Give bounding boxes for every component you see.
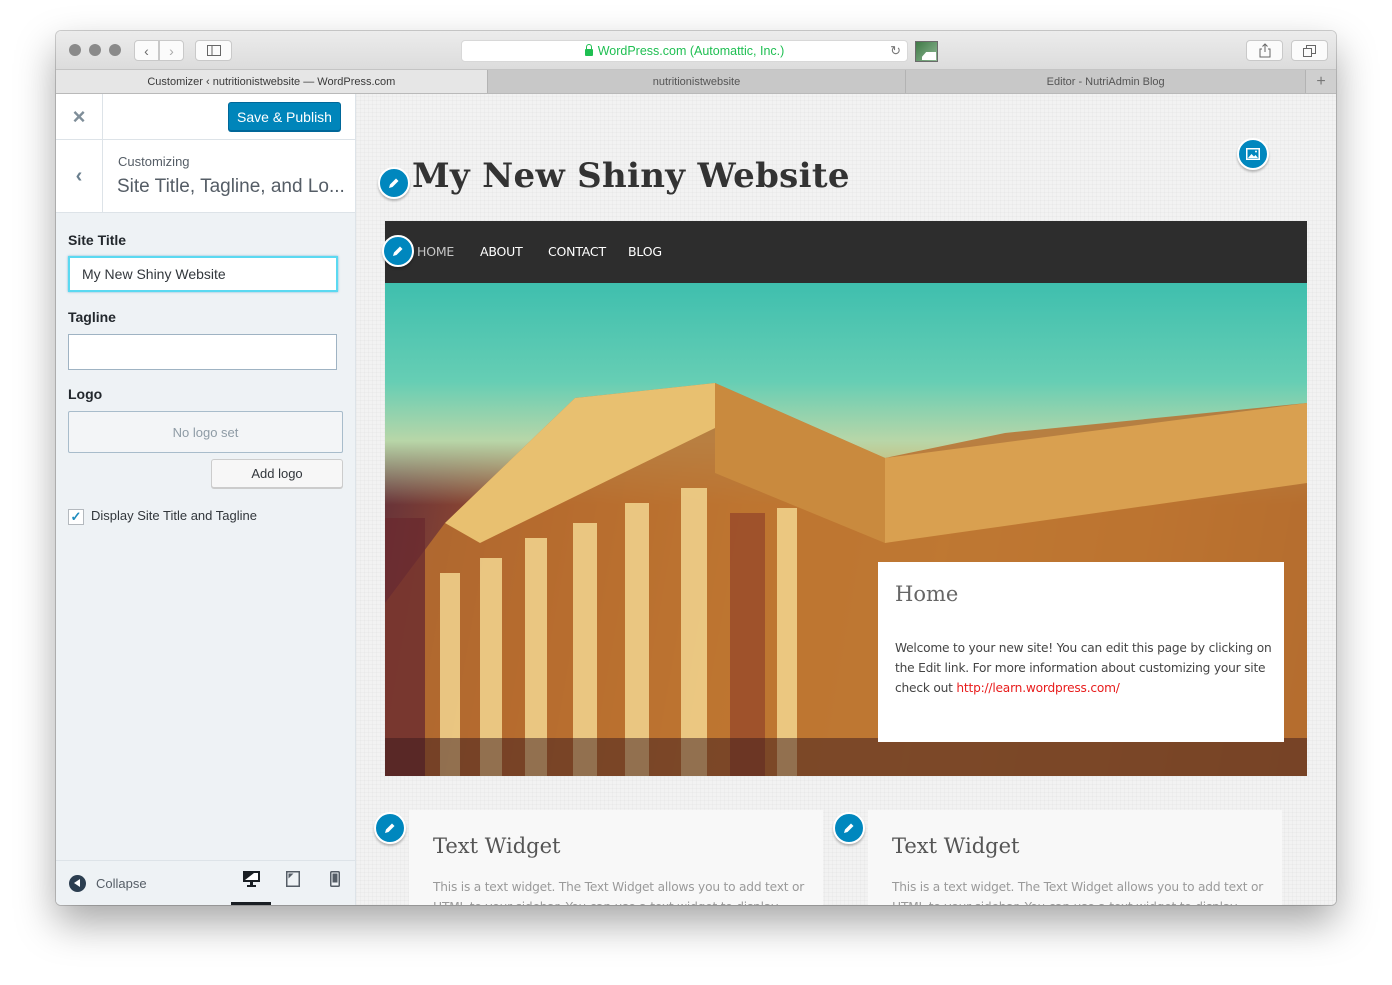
learn-wordpress-link[interactable]: http://learn.wordpress.com/ — [956, 681, 1120, 695]
chevron-left-icon: ‹ — [144, 42, 149, 59]
pencil-icon — [393, 246, 403, 256]
collapse-label: Collapse — [96, 876, 147, 891]
page-content: Welcome to your new site! You can edit t… — [895, 638, 1275, 698]
zoom-window-button[interactable] — [109, 44, 121, 56]
tab-label: Customizer ‹ nutritionistwebsite — WordP… — [147, 75, 396, 88]
edit-widget-button[interactable] — [833, 812, 865, 844]
sidebar-toggle-button[interactable] — [195, 40, 232, 61]
save-publish-button[interactable]: Save & Publish — [228, 102, 341, 131]
main-navigation: HOME ABOUT CONTACT BLOG — [385, 221, 1307, 283]
edit-widget-button[interactable] — [374, 812, 406, 844]
edit-header-image-button[interactable] — [1237, 138, 1269, 170]
close-icon: × — [72, 103, 86, 129]
customizer-footer: Collapse — [56, 860, 355, 905]
widget-title: Text Widget — [892, 834, 1020, 858]
display-title-checkbox[interactable]: ✓ — [68, 509, 84, 525]
back-button[interactable]: ‹ — [134, 40, 159, 61]
hero-content-card: Home Welcome to your new site! You can e… — [878, 562, 1284, 742]
tab-bar: Customizer ‹ nutritionistwebsite — WordP… — [56, 70, 1336, 94]
browser-toolbar: ‹ › WordPress.com (Automattic, Inc.) ↻ — [56, 31, 1336, 70]
tab-nutritionistwebsite[interactable]: nutritionistwebsite — [487, 70, 907, 93]
nav-item-blog[interactable]: BLOG — [628, 244, 662, 259]
widget-text: This is a text widget. The Text Widget a… — [433, 880, 805, 905]
tab-editor[interactable]: Editor - NutriAdmin Blog — [906, 70, 1307, 93]
reload-icon[interactable]: ↻ — [890, 43, 901, 59]
mobile-icon — [330, 871, 340, 887]
share-icon — [1259, 43, 1270, 58]
breadcrumb-label: Customizing — [118, 154, 190, 169]
preview-tablet-button[interactable] — [273, 871, 313, 905]
sidebar-icon — [206, 45, 221, 56]
tagline-label: Tagline — [68, 309, 116, 325]
section-header: ‹ Customizing Site Title, Tagline, and L… — [56, 140, 355, 213]
hero-image: Home Welcome to your new site! You can e… — [385, 283, 1307, 776]
section-title: Site Title, Tagline, and Lo... — [117, 176, 345, 197]
share-button[interactable] — [1246, 40, 1283, 61]
minimize-window-button[interactable] — [89, 44, 101, 56]
collapse-icon — [69, 875, 86, 892]
pencil-icon — [389, 178, 399, 188]
close-window-button[interactable] — [69, 44, 81, 56]
edit-menu-button[interactable] — [382, 235, 414, 267]
new-tab-button[interactable]: + — [1306, 70, 1336, 93]
customizer-header: × Save & Publish — [56, 94, 355, 140]
tabs-overview-icon — [1303, 44, 1316, 57]
logo-label: Logo — [68, 386, 103, 402]
display-title-label: Display Site Title and Tagline — [91, 508, 257, 523]
site-preview: My New Shiny Website HOME ABOUT CONTACT … — [356, 94, 1336, 905]
checkmark-icon: ✓ — [70, 509, 82, 524]
section-back-button[interactable]: ‹ — [56, 140, 103, 212]
tab-label: Editor - NutriAdmin Blog — [1046, 75, 1165, 88]
site-title[interactable]: My New Shiny Website — [412, 156, 850, 196]
pencil-icon — [844, 823, 854, 833]
widget-text: This is a text widget. The Text Widget a… — [892, 880, 1264, 905]
chevron-left-icon: ‹ — [75, 164, 83, 187]
widget-title: Text Widget — [433, 834, 561, 858]
nav-item-contact[interactable]: CONTACT — [548, 244, 606, 259]
address-text: WordPress.com (Automattic, Inc.) — [597, 44, 785, 58]
close-customizer-button[interactable]: × — [56, 94, 103, 139]
nav-item-home[interactable]: HOME — [417, 244, 454, 259]
chevron-right-icon: › — [169, 42, 174, 59]
site-title-label: Site Title — [68, 232, 127, 248]
nav-item-about[interactable]: ABOUT — [480, 244, 523, 259]
tagline-input[interactable] — [68, 334, 337, 370]
lock-icon — [584, 43, 593, 56]
pencil-icon — [385, 823, 395, 833]
preview-mobile-button[interactable] — [315, 871, 355, 905]
browser-window: ‹ › WordPress.com (Automattic, Inc.) ↻ C… — [56, 31, 1336, 905]
edit-site-title-button[interactable] — [378, 167, 410, 199]
tablet-icon — [286, 871, 300, 887]
text-widget: Text Widget This is a text widget. The T… — [409, 810, 823, 905]
tab-customizer[interactable]: Customizer ‹ nutritionistwebsite — WordP… — [56, 70, 488, 93]
address-bar[interactable]: WordPress.com (Automattic, Inc.) ↻ — [461, 40, 908, 62]
plus-icon: + — [1316, 72, 1326, 90]
tab-label: nutritionistwebsite — [652, 75, 741, 88]
add-logo-button[interactable]: Add logo — [211, 459, 343, 488]
preview-desktop-button[interactable] — [231, 871, 271, 905]
forward-button[interactable]: › — [159, 40, 184, 61]
text-widget: Text Widget This is a text widget. The T… — [868, 810, 1282, 905]
image-icon — [1246, 148, 1260, 160]
desktop-icon — [242, 871, 260, 887]
customizer-sidebar: × Save & Publish ‹ Customizing Site Titl… — [56, 94, 356, 905]
site-title-input[interactable]: My New Shiny Website — [68, 256, 338, 292]
logo-placeholder[interactable]: No logo set — [68, 411, 343, 453]
tabs-overview-button[interactable] — [1291, 40, 1328, 61]
extension-icon[interactable] — [915, 41, 938, 62]
page-title: Home — [895, 582, 959, 606]
